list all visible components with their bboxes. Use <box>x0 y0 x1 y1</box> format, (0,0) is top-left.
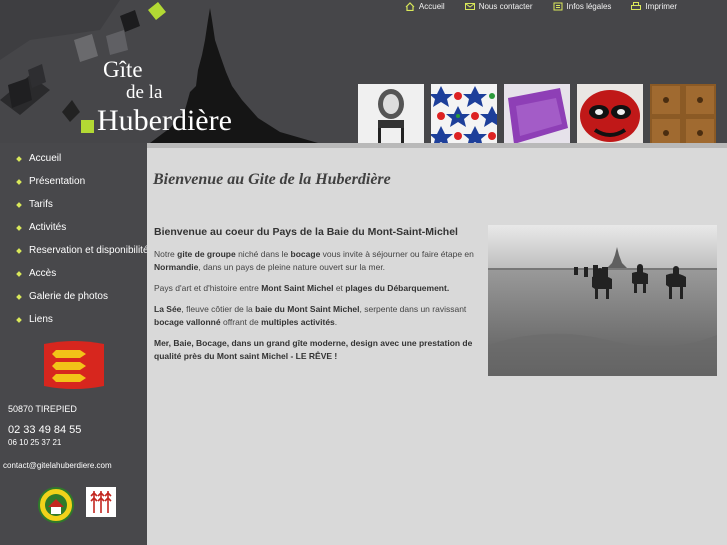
sidebar: Accueil Présentation Tarifs Activités Re… <box>0 143 149 545</box>
intro-text: Notre gite de groupe niché dans le bocag… <box>154 248 484 371</box>
mail-icon <box>464 3 475 10</box>
sidebar-item-liens[interactable]: Liens <box>0 312 147 335</box>
contact-email-link[interactable]: contact@gitelahuberdiere.com <box>3 461 112 470</box>
nav-contact-link[interactable]: Nous contacter <box>464 2 533 11</box>
nav-print-label: Imprimer <box>645 2 677 11</box>
bay-horses-photo <box>488 225 717 376</box>
bullet-icon <box>16 294 22 300</box>
sidebar-item-presentation[interactable]: Présentation <box>0 174 147 197</box>
nav-legal-label: Infos légales <box>566 2 612 11</box>
gites-de-france-logo-icon[interactable] <box>38 487 74 523</box>
sidebar-item-label: Accueil <box>29 153 62 164</box>
bullet-icon <box>16 156 22 162</box>
logo-text-line2: de la <box>126 82 163 103</box>
sidebar-item-galerie[interactable]: Galerie de photos <box>0 289 147 312</box>
thumbnail-purple-cushion <box>504 84 570 143</box>
print-icon <box>631 2 642 10</box>
normandy-flag-icon <box>44 341 104 389</box>
sidebar-menu: Accueil Présentation Tarifs Activités Re… <box>0 143 149 335</box>
contact-city: 50870 TIREPIED <box>8 404 77 414</box>
paragraph-1: Notre gite de groupe niché dans le bocag… <box>154 249 474 272</box>
bullet-icon <box>16 202 22 208</box>
sidebar-item-label: Activités <box>29 222 67 233</box>
paragraph-3: La Sée, fleuve côtier de la baie du Mont… <box>154 304 467 327</box>
logo-text-line1: Gîte <box>103 57 143 82</box>
sidebar-item-accueil[interactable]: Accueil <box>0 151 147 174</box>
info-icon <box>553 2 563 11</box>
sidebar-item-label: Accès <box>29 268 57 279</box>
thumbnail-wood-door <box>650 84 716 143</box>
thumbnail-chair <box>358 84 424 143</box>
bullet-icon <box>16 248 22 254</box>
top-navigation: Accueil Nous contacter Infos légales Imp… <box>405 2 677 11</box>
sidebar-item-label: Liens <box>29 314 53 325</box>
bullet-icon <box>16 271 22 277</box>
bullet-icon <box>16 225 22 231</box>
contact-phone: 02 33 49 84 55 <box>8 424 82 436</box>
labels-badges <box>38 487 116 523</box>
nav-contact-label: Nous contacter <box>478 2 533 11</box>
sidebar-item-label: Tarifs <box>29 199 53 210</box>
sidebar-item-label: Reservation et disponibilité <box>29 245 149 256</box>
wheat-label-icon[interactable] <box>86 487 116 517</box>
page-subtitle: Bienvenue au coeur du Pays de la Baie du… <box>154 226 458 238</box>
contact-mobile: 06 10 25 37 21 <box>8 438 62 447</box>
header: Gîte de la Huberdière Accueil Nous conta… <box>0 0 727 143</box>
home-icon <box>405 2 415 11</box>
sidebar-item-tarifs[interactable]: Tarifs <box>0 197 147 220</box>
contact-info: 50870 TIREPIED 02 33 49 84 55 06 10 25 3… <box>3 404 112 470</box>
sidebar-item-label: Galerie de photos <box>29 291 108 302</box>
nav-home-label: Accueil <box>418 2 445 11</box>
thumbnail-tiles <box>431 84 497 143</box>
paragraph-2: Pays d'art et d'histoire entre Mont Sain… <box>154 283 450 293</box>
content-top-bar <box>147 143 727 148</box>
bullet-icon <box>16 317 22 323</box>
logo-text-line3: Huberdière <box>97 104 232 137</box>
logo-square <box>81 119 94 133</box>
nav-home-link[interactable]: Accueil <box>405 2 445 11</box>
header-thumbnails <box>358 84 716 143</box>
thumbnail-mask <box>577 84 643 143</box>
main-content: Bienvenue au Gite de la Huberdière Bienv… <box>147 143 727 545</box>
sidebar-item-acces[interactable]: Accès <box>0 266 147 289</box>
nav-print-link[interactable]: Imprimer <box>631 2 677 11</box>
logo-text-line3-wrap: Huberdière <box>81 106 232 136</box>
sidebar-item-label: Présentation <box>29 176 86 187</box>
sidebar-item-activites[interactable]: Activités <box>0 220 147 243</box>
paragraph-4: Mer, Baie, Bocage, dans un grand gîte mo… <box>154 338 473 361</box>
bullet-icon <box>16 179 22 185</box>
nav-legal-link[interactable]: Infos légales <box>553 2 612 11</box>
sidebar-item-reservation[interactable]: Reservation et disponibilité <box>0 243 149 266</box>
page-title: Bienvenue au Gite de la Huberdière <box>153 171 391 188</box>
